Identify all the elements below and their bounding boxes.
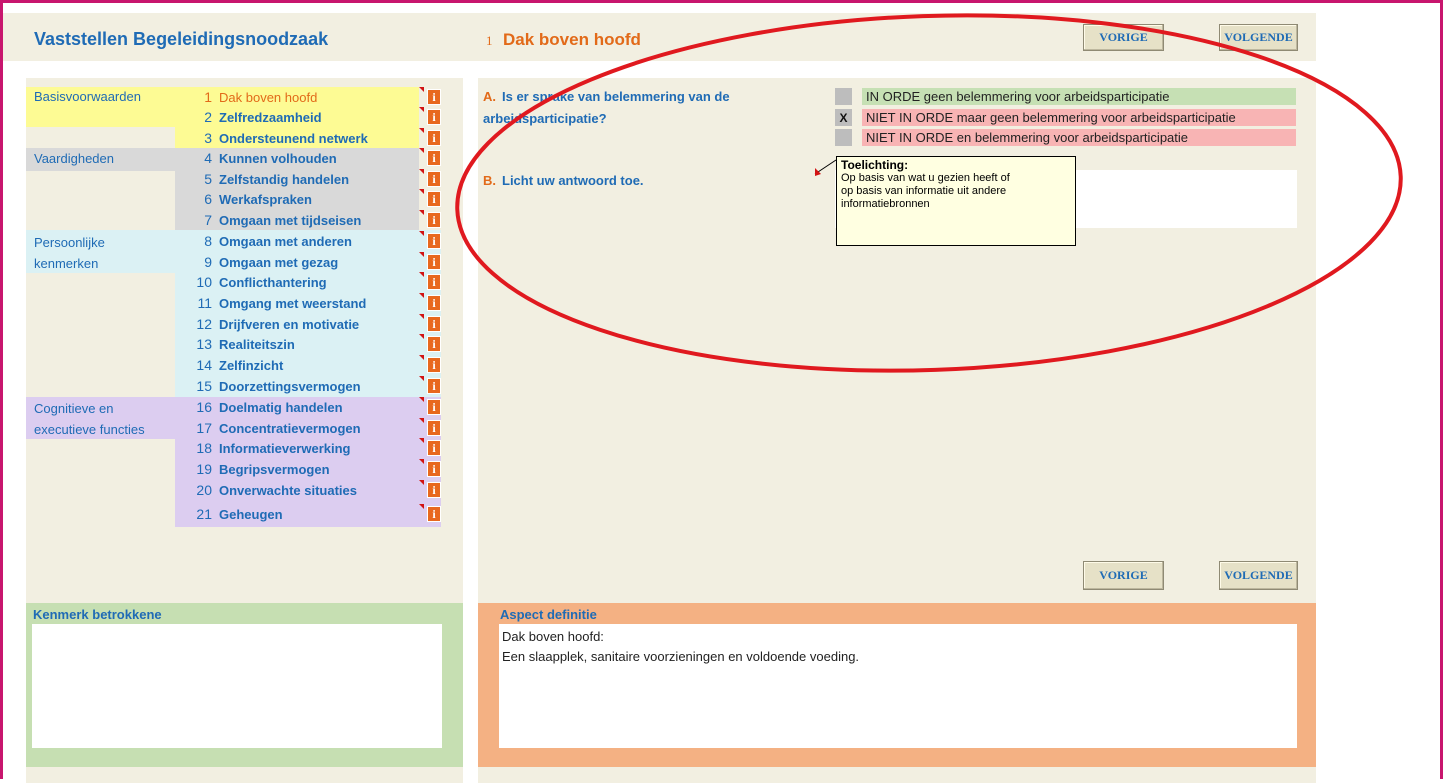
nav-item-number: 17: [196, 420, 212, 436]
info-icon[interactable]: i: [419, 189, 441, 207]
nav-item-number: 10: [196, 274, 212, 290]
info-icon[interactable]: i: [419, 210, 441, 228]
nav-item-label: Conflicthantering: [219, 274, 327, 290]
category-label-persoonlijke-kenmerken: Persoonlijke kenmerken: [34, 235, 105, 271]
nav-item-12[interactable]: 12 Drijfveren en motivatie: [187, 314, 417, 334]
nav-item-label: Informatieverwerking: [219, 440, 351, 456]
info-icon[interactable]: i: [419, 293, 441, 311]
nav-item-number: 8: [204, 233, 212, 249]
nav-item-18[interactable]: 18 Informatieverwerking: [187, 438, 417, 458]
nav-item-label: Drijfveren en motivatie: [219, 316, 360, 332]
nav-item-number: 11: [197, 295, 212, 311]
nav-item-number: 2: [204, 109, 212, 125]
category-label-basisvoorwaarden: Basisvoorwaarden: [34, 89, 141, 104]
info-icon[interactable]: i: [419, 355, 441, 373]
nav-item-3[interactable]: 3 Ondersteunend netwerk: [187, 128, 417, 148]
nav-item-6[interactable]: 6 Werkafspraken: [187, 189, 417, 209]
nav-item-label: Zelfredzaamheid: [219, 109, 322, 125]
nav-item-number: 6: [204, 191, 212, 207]
nav-item-number: 21: [196, 506, 212, 522]
nav-item-number: 1: [204, 89, 212, 105]
kenmerk-panel-label: Kenmerk betrokkene: [33, 607, 162, 622]
nav-item-label: Omgang met weerstand: [219, 295, 367, 311]
info-icon[interactable]: i: [419, 418, 441, 436]
aspect-definition-title: Dak boven hoofd:: [502, 629, 604, 644]
nav-item-number: 15: [196, 378, 212, 394]
nav-item-number: 3: [204, 130, 212, 146]
nav-item-number: 4: [204, 150, 212, 166]
info-icon[interactable]: i: [419, 272, 441, 290]
nav-item-number: 5: [204, 171, 212, 187]
nav-item-label: Dak boven hoofd: [219, 89, 318, 105]
aspect-panel-label: Aspect definitie: [500, 607, 597, 622]
nav-item-number: 9: [204, 254, 212, 270]
annotation-ellipse: [455, 13, 1403, 373]
nav-item-4[interactable]: 4 Kunnen volhouden: [187, 148, 417, 168]
page-title: Vaststellen Begeleidingsnoodzaak: [34, 29, 329, 49]
info-icon[interactable]: i: [419, 459, 441, 477]
info-icon[interactable]: i: [419, 438, 441, 456]
nav-item-15[interactable]: 15 Doorzettingsvermogen: [187, 376, 417, 396]
prev-button-bottom[interactable]: VORIGE: [1083, 561, 1164, 590]
nav-item-label: Geheugen: [219, 506, 283, 522]
nav-item-label: Omgaan met anderen: [219, 233, 352, 249]
nav-item-label: Zelfstandig handelen: [219, 171, 350, 187]
kenmerk-textbox[interactable]: [32, 624, 442, 748]
info-icon[interactable]: i: [419, 334, 441, 352]
nav-item-21[interactable]: 21 Geheugen: [187, 504, 417, 524]
nav-item-10[interactable]: 10 Conflicthantering: [187, 272, 417, 292]
info-icon[interactable]: i: [419, 480, 441, 498]
nav-item-label: Ondersteunend netwerk: [219, 130, 368, 146]
nav-item-number: 14: [196, 357, 212, 373]
nav-item-label: Kunnen volhouden: [219, 150, 337, 166]
info-icon[interactable]: i: [419, 397, 441, 415]
nav-item-label: Realiteitszin: [219, 336, 295, 352]
nav-item-13[interactable]: 13 Realiteitszin: [187, 334, 417, 354]
info-icon[interactable]: i: [419, 504, 441, 522]
aspect-textbox: Dak boven hoofd: Een slaapplek, sanitair…: [499, 624, 1297, 748]
nav-item-label: Omgaan met tijdseisen: [219, 212, 362, 228]
info-icon[interactable]: i: [419, 231, 441, 249]
info-icon[interactable]: i: [419, 252, 441, 270]
nav-item-20[interactable]: 20 Onverwachte situaties: [187, 480, 417, 500]
nav-item-number: 19: [196, 461, 212, 477]
nav-item-16[interactable]: 16 Doelmatig handelen: [187, 397, 417, 417]
nav-item-7[interactable]: 7 Omgaan met tijdseisen: [187, 210, 417, 230]
nav-item-label: Begripsvermogen: [219, 461, 330, 477]
info-icon[interactable]: i: [419, 169, 441, 187]
info-icon[interactable]: i: [419, 107, 441, 125]
info-icon[interactable]: i: [419, 314, 441, 332]
nav-item-number: 16: [196, 399, 212, 415]
nav-item-label: Werkafspraken: [219, 191, 312, 207]
nav-item-1[interactable]: 1 Dak boven hoofd: [187, 87, 417, 107]
info-icon[interactable]: i: [419, 128, 441, 146]
aspect-definition-text: Een slaapplek, sanitaire voorzieningen e…: [502, 649, 860, 664]
nav-item-11[interactable]: 11 Omgang met weerstand: [187, 293, 417, 313]
next-button-bottom[interactable]: VOLGENDE: [1219, 561, 1298, 590]
category-label-vaardigheden: Vaardigheden: [34, 151, 114, 166]
nav-item-label: Concentratievermogen: [219, 420, 361, 436]
info-icon[interactable]: i: [419, 376, 441, 394]
nav-item-number: 18: [196, 440, 212, 456]
nav-item-19[interactable]: 19 Begripsvermogen: [187, 459, 417, 479]
nav-item-label: Doelmatig handelen: [219, 399, 343, 415]
category-label-cognitieve: Cognitieve en executieve functies: [34, 401, 145, 437]
nav-item-5[interactable]: 5 Zelfstandig handelen: [187, 169, 417, 189]
nav-item-8[interactable]: 8 Omgaan met anderen: [187, 231, 417, 251]
nav-item-9[interactable]: 9 Omgaan met gezag: [187, 252, 417, 272]
nav-item-17[interactable]: 17 Concentratievermogen: [187, 418, 417, 438]
nav-item-number: 13: [196, 336, 212, 352]
nav-item-14[interactable]: 14 Zelfinzicht: [187, 355, 417, 375]
nav-item-2[interactable]: 2 Zelfredzaamheid: [187, 107, 417, 127]
nav-item-label: Doorzettingsvermogen: [219, 378, 361, 394]
nav-item-label: Onverwachte situaties: [219, 482, 357, 498]
nav-item-label: Zelfinzicht: [219, 357, 284, 373]
nav-item-number: 12: [196, 316, 212, 332]
nav-item-label: Omgaan met gezag: [219, 254, 339, 270]
info-icon[interactable]: i: [419, 148, 441, 166]
nav-item-number: 20: [196, 482, 212, 498]
nav-item-number: 7: [204, 212, 212, 228]
info-icon[interactable]: i: [419, 87, 441, 105]
